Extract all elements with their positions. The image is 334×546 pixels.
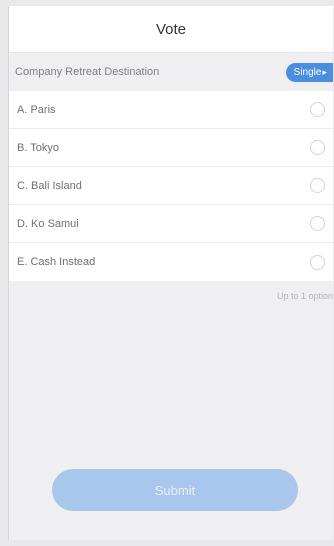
options-list: A. Paris B. Tokyo C. Bali Island D. Ko S… bbox=[9, 91, 333, 281]
badge-label: Single bbox=[293, 66, 322, 78]
header-bar: Vote bbox=[9, 6, 333, 53]
radio-button[interactable] bbox=[310, 254, 325, 270]
question-bar: Company Retreat Destination Single ▸ bbox=[9, 53, 333, 91]
radio-button[interactable] bbox=[310, 178, 325, 193]
vote-screen: Vote Company Retreat Destination Single … bbox=[8, 6, 333, 540]
chevron-right-icon: ▸ bbox=[322, 66, 327, 77]
option-label: B. Tokyo bbox=[17, 141, 59, 154]
option-row[interactable]: E. Cash Instead bbox=[9, 243, 333, 281]
option-label: D. Ko Samui bbox=[17, 217, 79, 230]
option-row[interactable]: D. Ko Samui bbox=[9, 205, 333, 243]
option-label: C. Bali Island bbox=[17, 179, 82, 192]
option-label: E. Cash Instead bbox=[17, 256, 96, 268]
selection-type-badge[interactable]: Single ▸ bbox=[285, 62, 333, 82]
option-label: A. Paris bbox=[17, 103, 56, 116]
radio-button[interactable] bbox=[310, 102, 325, 117]
option-row[interactable]: C. Bali Island bbox=[9, 167, 333, 205]
radio-button[interactable] bbox=[310, 216, 325, 231]
hint-text: Up to 1 option bbox=[276, 291, 333, 301]
page-title: Vote bbox=[155, 20, 187, 38]
radio-button[interactable] bbox=[310, 140, 325, 155]
submit-button[interactable]: Submit bbox=[52, 469, 298, 511]
selection-hint: Up to 1 option bbox=[9, 281, 333, 311]
option-row[interactable]: B. Tokyo bbox=[9, 129, 333, 167]
question-text: Company Retreat Destination bbox=[15, 66, 160, 78]
option-row[interactable]: A. Paris bbox=[9, 91, 333, 129]
